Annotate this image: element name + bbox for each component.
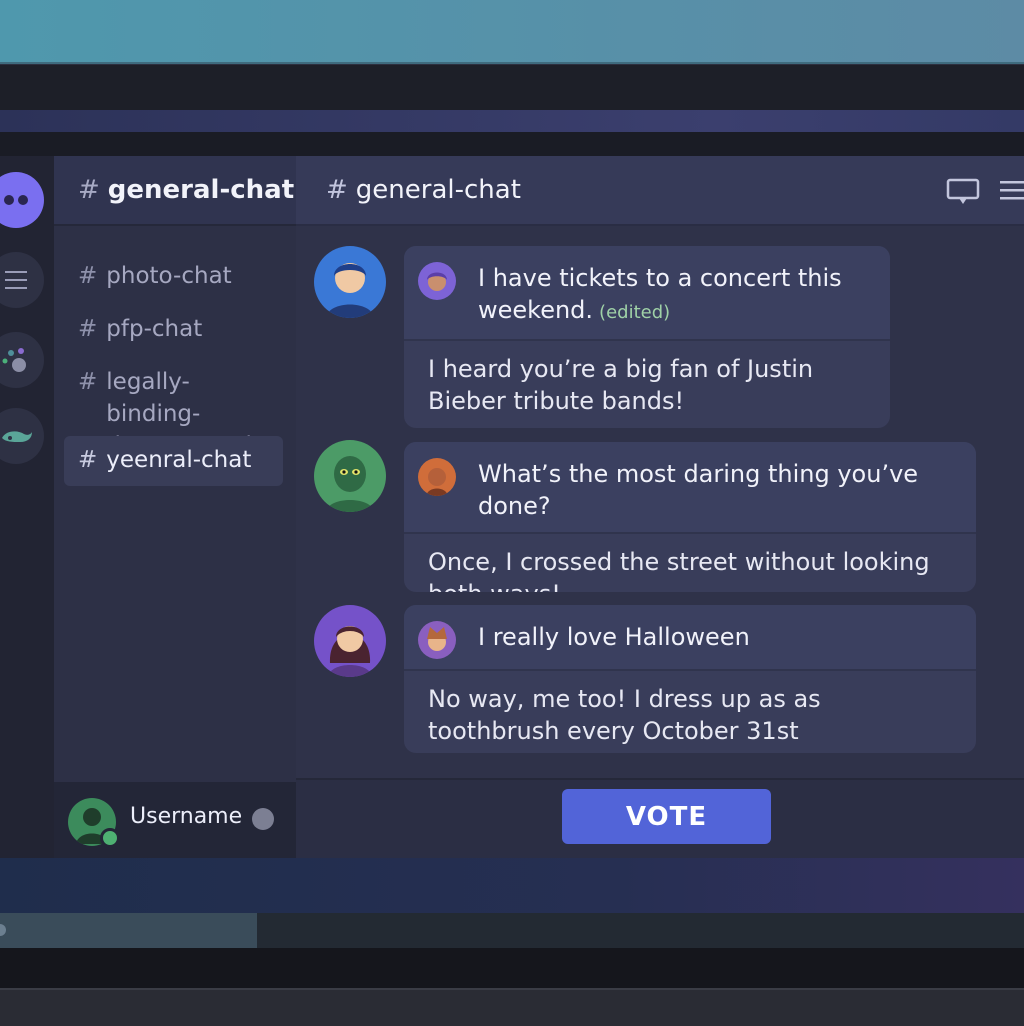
online-status-icon (100, 828, 120, 848)
mini-avatar (418, 458, 456, 496)
message-question: I really love Halloween (404, 605, 976, 671)
hash-icon: # (78, 263, 98, 289)
message-bubble: I have tickets to a concert this weekend… (404, 246, 890, 428)
channel-item-yeenral-chat[interactable]: # yeenral-chat (64, 436, 283, 486)
backdrop-bottom-band (0, 988, 1024, 1026)
user-settings-icon[interactable] (252, 808, 274, 830)
server-whale-icon[interactable] (0, 408, 44, 464)
vote-button[interactable]: VOTE (562, 789, 771, 844)
backdrop-blue-band (0, 858, 1024, 913)
member-list-icon[interactable] (998, 178, 1024, 208)
message-avatar[interactable] (314, 246, 386, 318)
discord-logo-icon[interactable] (0, 172, 44, 228)
mini-avatar (418, 262, 456, 300)
answer-text: I heard you’re a big fan of Justin Biebe… (428, 355, 814, 415)
hash-icon: # (326, 175, 348, 205)
message-bubble: I really love Halloween No way, me too! … (404, 605, 976, 753)
channel-label: pfp-chat (106, 316, 203, 342)
channel-sidebar-header: # general-chat (54, 156, 296, 226)
answer-text: No way, me too! I dress up as as toothbr… (428, 685, 821, 745)
channel-item-pfp-chat[interactable]: # pfp-chat (64, 305, 283, 353)
channel-label: photo-chat (106, 263, 232, 289)
answer-text: Once, I crossed the street without looki… (428, 548, 930, 592)
message-question: I have tickets to a concert this weekend… (404, 246, 890, 341)
backdrop-dark-band (0, 64, 1024, 111)
edited-tag: (edited) (599, 302, 671, 323)
chat-channel-title: general-chat (355, 175, 521, 205)
hash-icon: # (78, 175, 100, 205)
message-avatar[interactable] (314, 440, 386, 512)
backdrop-dark-band (0, 948, 1024, 988)
server-channel-title: general-chat (107, 175, 295, 205)
backdrop-blue-band (0, 110, 1024, 132)
server-dots-icon[interactable] (0, 332, 44, 388)
message-bubble: What’s the most daring thing you’ve done… (404, 442, 976, 592)
message-avatar[interactable] (314, 605, 386, 677)
hash-icon: # (78, 447, 98, 473)
username-label: Username (130, 804, 243, 829)
backdrop-dark-band (0, 132, 1024, 156)
backdrop-top-band (0, 0, 1024, 64)
chat-header: # general-chat (296, 156, 1024, 226)
mini-avatar (418, 621, 456, 659)
menu-icon[interactable] (0, 252, 44, 308)
threads-icon[interactable] (946, 178, 980, 210)
message-question: What’s the most daring thing you’ve done… (404, 442, 976, 534)
server-rail (0, 156, 54, 858)
channel-item-photo-chat[interactable]: # photo-chat (64, 252, 283, 300)
hash-icon: # (78, 316, 98, 342)
question-text: What’s the most daring thing you’ve done… (478, 460, 919, 520)
channel-label: yeenral-chat (106, 447, 252, 473)
backdrop-progress-fill (0, 913, 257, 948)
question-text: I really love Halloween (478, 623, 750, 651)
